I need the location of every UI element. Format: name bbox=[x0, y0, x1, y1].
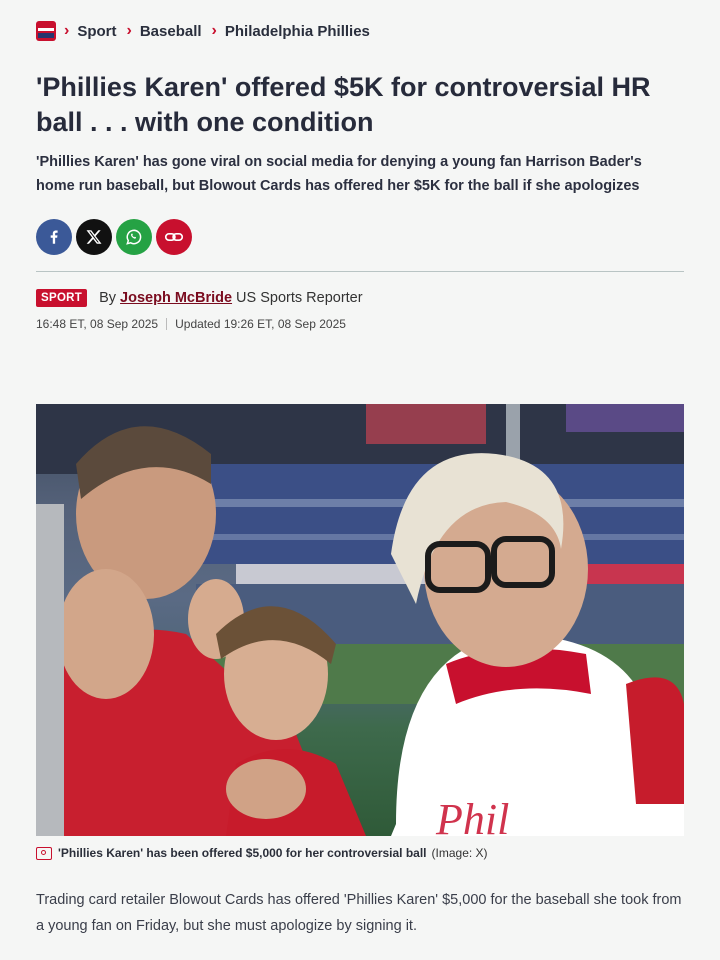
stadium-photo-illustration: Phil bbox=[36, 404, 684, 836]
caption-credit: (Image: X) bbox=[431, 846, 488, 860]
section-tag[interactable]: SPORT bbox=[36, 289, 88, 307]
breadcrumb-sport[interactable]: Sport bbox=[77, 23, 116, 40]
by-label: By bbox=[99, 290, 117, 306]
author-link[interactable]: Joseph McBride bbox=[120, 290, 232, 306]
breadcrumb-phillies[interactable]: Philadelphia Phillies bbox=[225, 23, 370, 40]
chevron-right-icon: › bbox=[64, 22, 70, 39]
chevron-right-icon: › bbox=[126, 22, 132, 39]
share-x-button[interactable] bbox=[76, 219, 112, 255]
article-image[interactable]: Phil bbox=[36, 404, 684, 836]
article-first-paragraph: Trading card retailer Blowout Cards has … bbox=[36, 892, 682, 934]
camera-icon bbox=[36, 846, 52, 860]
whatsapp-icon bbox=[126, 229, 142, 245]
published-time: 16:48 ET, 08 Sep 2025 bbox=[36, 317, 159, 331]
svg-text:Phil: Phil bbox=[435, 795, 509, 836]
breadcrumb-baseball[interactable]: Baseball bbox=[140, 23, 202, 40]
article-standfirst: 'Phillies Karen' has gone viral on socia… bbox=[36, 154, 642, 194]
divider bbox=[36, 271, 684, 272]
article-dates: 16:48 ET, 08 Sep 2025 Updated 19:26 ET, … bbox=[36, 317, 346, 331]
image-caption: 'Phillies Karen' has been offered $5,000… bbox=[36, 846, 488, 860]
chevron-right-icon: › bbox=[211, 22, 217, 39]
share-bar bbox=[36, 219, 192, 255]
link-icon bbox=[164, 232, 184, 242]
site-logo[interactable] bbox=[36, 21, 56, 41]
share-facebook-button[interactable] bbox=[36, 219, 72, 255]
x-icon bbox=[86, 230, 102, 244]
updated-time: Updated 19:26 ET, 08 Sep 2025 bbox=[175, 317, 346, 331]
date-separator bbox=[166, 318, 168, 330]
facebook-icon bbox=[50, 230, 58, 244]
share-link-button[interactable] bbox=[156, 219, 192, 255]
share-whatsapp-button[interactable] bbox=[116, 219, 152, 255]
author-role: US Sports Reporter bbox=[236, 290, 363, 306]
byline: SPORT By Joseph McBride US Sports Report… bbox=[36, 289, 363, 307]
article-headline: 'Phillies Karen' offered $5K for controv… bbox=[36, 72, 651, 137]
caption-text: 'Phillies Karen' has been offered $5,000… bbox=[58, 846, 427, 860]
breadcrumb: › Sport › Baseball › Philadelphia Philli… bbox=[36, 20, 380, 42]
